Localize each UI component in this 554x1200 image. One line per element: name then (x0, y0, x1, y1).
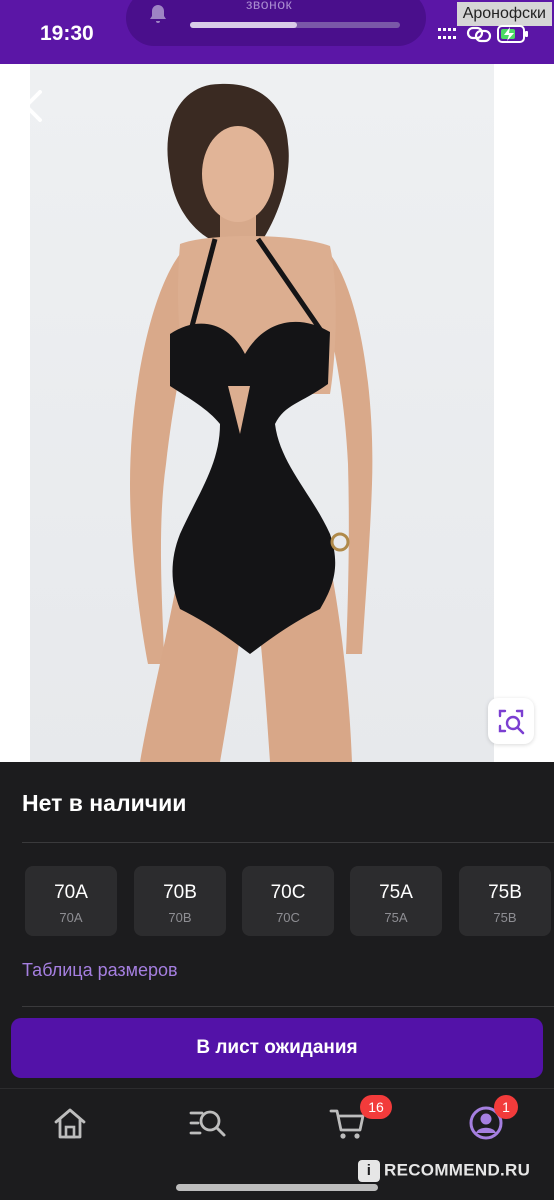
size-sublabel: 75B (493, 910, 517, 925)
home-indicator[interactable] (176, 1184, 378, 1191)
add-to-waitlist-button[interactable]: В лист ожидания (11, 1018, 543, 1078)
size-sublabel: 70C (276, 910, 300, 925)
size-label: 75A (379, 882, 413, 903)
size-table-link[interactable]: Таблица размеров (22, 960, 178, 981)
image-search-icon (498, 709, 525, 735)
profile-notification-badge: 1 (494, 1095, 518, 1119)
back-icon[interactable] (18, 86, 50, 126)
call-label: звонок (246, 0, 293, 12)
size-label: 70B (163, 882, 197, 903)
divider (22, 1006, 554, 1007)
size-label: 70A (54, 882, 88, 903)
stock-status: Нет в наличии (22, 790, 187, 816)
size-option-70b[interactable]: 70B 70B (134, 866, 226, 936)
model-figure (130, 83, 373, 762)
size-label: 75B (488, 882, 522, 903)
cart-count-badge: 16 (360, 1095, 392, 1119)
signal-icon (438, 28, 456, 39)
product-photo[interactable] (30, 64, 494, 762)
product-gallery[interactable] (0, 64, 554, 762)
share-icon[interactable] (504, 84, 536, 124)
size-option-75a[interactable]: 75A 75A (350, 866, 442, 936)
carrier-label: Аронофски (456, 2, 552, 26)
size-sublabel: 70B (168, 910, 192, 925)
size-option-75b[interactable]: 75B 75B (459, 866, 551, 936)
size-label: 70C (270, 882, 306, 903)
size-option-70a[interactable]: 70A 70A (25, 866, 117, 936)
size-sublabel: 75A (384, 910, 408, 925)
bell-icon (150, 5, 166, 23)
size-sublabel: 70A (59, 910, 83, 925)
search-list-icon[interactable] (188, 1103, 228, 1143)
watermark-text: RECOMMEND.RU (384, 1160, 531, 1180)
link-icon (466, 26, 492, 43)
size-option-70c[interactable]: 70C 70C (242, 866, 334, 936)
home-icon[interactable] (50, 1103, 90, 1143)
battery-charging-icon (497, 25, 528, 43)
call-progress-fill (190, 22, 297, 28)
product-sheet: Нет в наличии 70A 70A 70B 70B 70C 70C 75… (0, 762, 554, 1088)
watermark: i RECOMMEND.RU (358, 1160, 530, 1184)
image-search-button[interactable] (488, 698, 534, 744)
status-time: 19:30 (40, 22, 94, 45)
status-bar: 19:30 звонок Аронофски (0, 0, 554, 64)
divider (22, 842, 554, 843)
recommend-logo-icon: i (358, 1160, 380, 1182)
size-selector: 70A 70A 70B 70B 70C 70C 75A 75A 75B 75B (25, 866, 554, 936)
status-icons (438, 25, 528, 43)
